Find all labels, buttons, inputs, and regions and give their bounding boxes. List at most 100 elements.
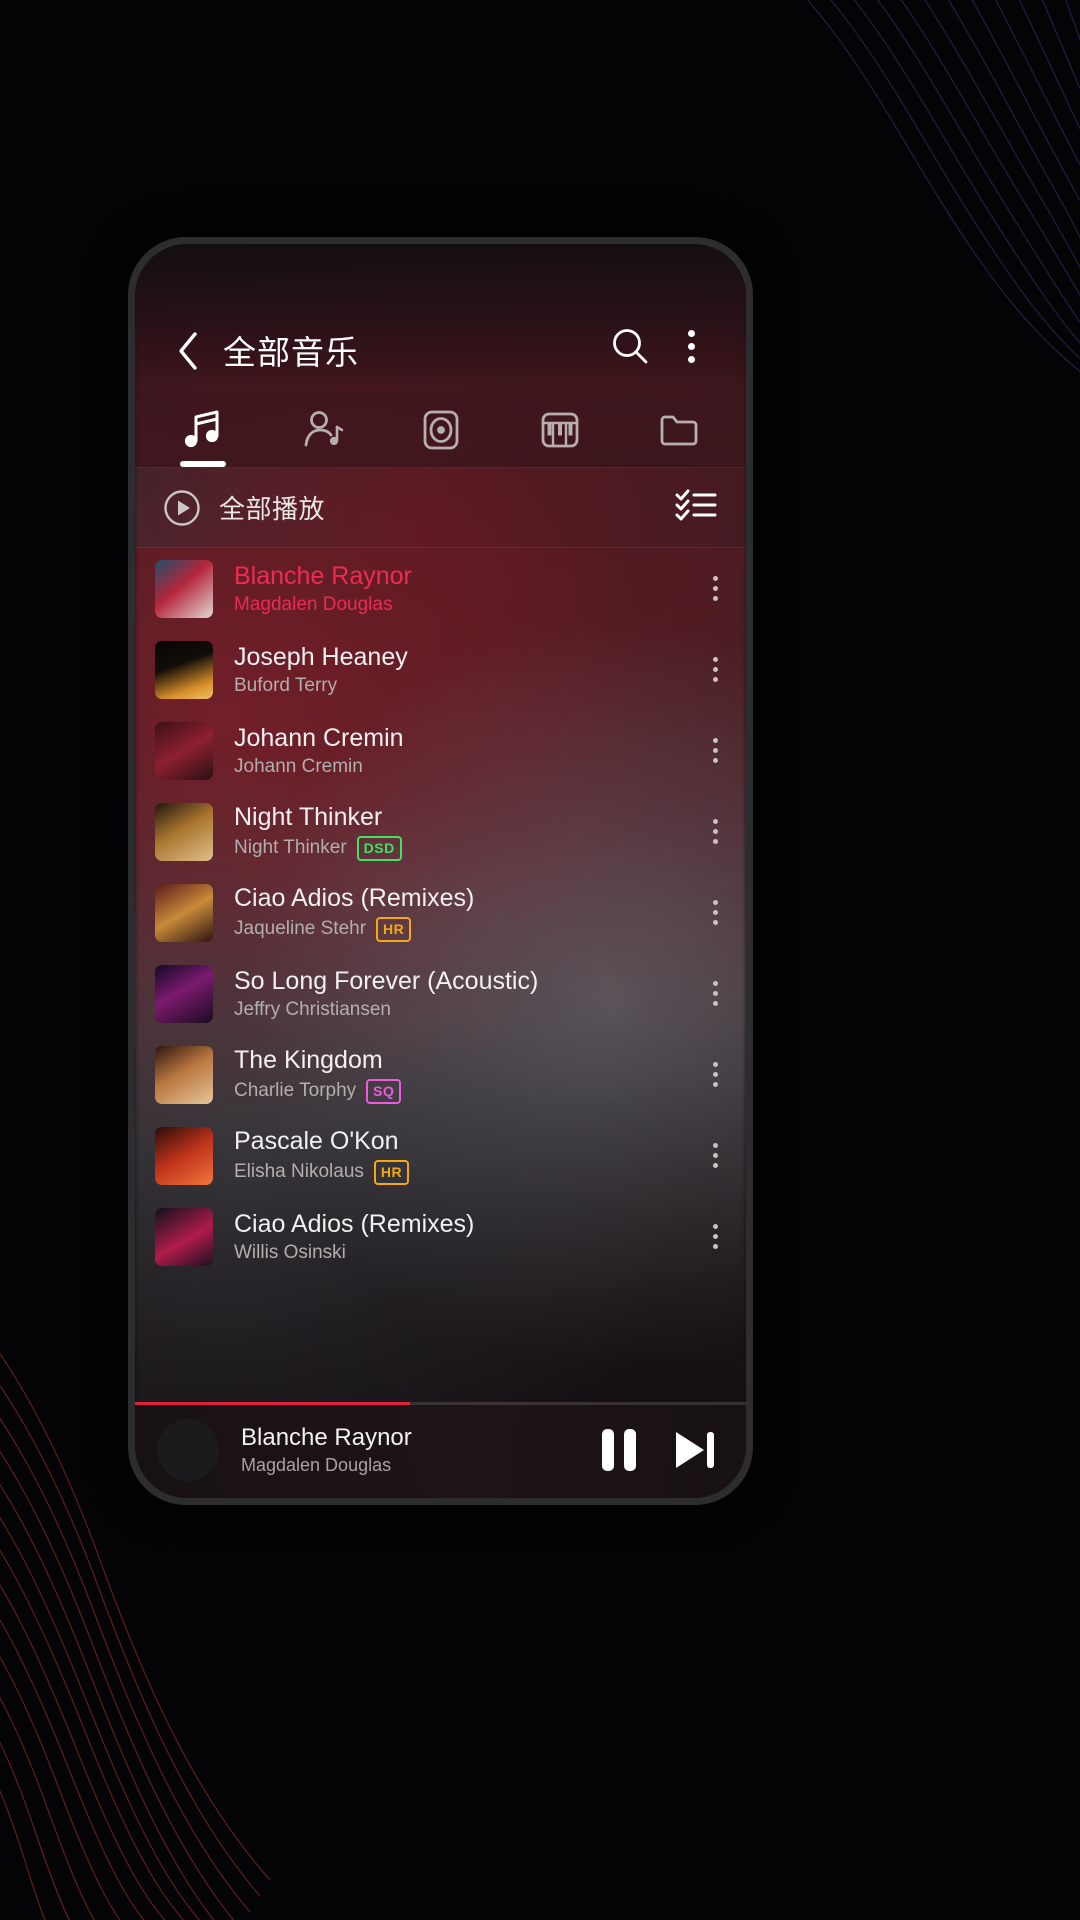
song-artist: Buford Terry xyxy=(234,675,338,697)
overflow-menu-icon xyxy=(712,748,718,753)
library-tab-bar xyxy=(135,392,746,468)
song-text: Johann Cremin Johann Cremin xyxy=(234,723,684,779)
song-overflow-button[interactable] xyxy=(684,1034,746,1115)
song-overflow-button[interactable] xyxy=(684,791,746,872)
song-artist: Willis Osinski xyxy=(234,1242,346,1264)
song-text: Ciao Adios (Remixes) Jaqueline Stehr HR xyxy=(234,883,684,942)
song-row[interactable]: Pascale O'Kon Elisha Nikolaus HR xyxy=(135,1115,746,1196)
overflow-menu-icon xyxy=(712,839,718,844)
multiselect-button[interactable] xyxy=(674,486,718,529)
tab-songs[interactable] xyxy=(143,392,262,467)
playback-progress-fill xyxy=(135,1402,410,1405)
song-row[interactable]: The Kingdom Charlie Torphy SQ xyxy=(135,1034,746,1115)
overflow-menu-icon xyxy=(712,596,718,601)
search-icon xyxy=(613,329,648,364)
overflow-menu-icon xyxy=(712,1072,718,1077)
song-overflow-button[interactable] xyxy=(684,872,746,953)
playback-progress-track[interactable] xyxy=(135,1402,746,1405)
song-overflow-button[interactable] xyxy=(684,1115,746,1196)
song-album-art xyxy=(155,640,213,699)
tab-active-indicator xyxy=(179,461,226,467)
overflow-menu-icon xyxy=(712,1143,718,1148)
song-row[interactable]: Ciao Adios (Remixes) Jaqueline Stehr HR xyxy=(135,872,746,953)
song-album-art xyxy=(155,721,213,780)
song-subline: Willis Osinski xyxy=(234,1242,684,1264)
song-artist: Charlie Torphy xyxy=(234,1080,357,1102)
next-track-button[interactable] xyxy=(670,1427,720,1473)
app-bar: 全部音乐 xyxy=(135,244,746,392)
checklist-icon xyxy=(675,489,717,521)
now-playing-title: Blanche Raynor xyxy=(241,1424,412,1451)
play-all-label: 全部播放 xyxy=(219,494,326,524)
song-title: Blanche Raynor xyxy=(234,561,412,590)
pause-icon-bar xyxy=(624,1429,636,1471)
piano-keys-icon xyxy=(541,412,578,447)
song-overflow-button[interactable] xyxy=(684,629,746,710)
song-row[interactable]: Joseph Heaney Buford Terry xyxy=(135,629,746,710)
quality-badge: HR xyxy=(376,916,412,942)
song-album-art xyxy=(155,1126,213,1185)
song-subline: Night Thinker DSD xyxy=(234,835,684,861)
chevron-left-icon xyxy=(179,332,197,370)
search-button[interactable] xyxy=(602,318,658,374)
song-row[interactable]: Ciao Adios (Remixes) Willis Osinski xyxy=(135,1196,746,1277)
song-text: Ciao Adios (Remixes) Willis Osinski xyxy=(234,1209,684,1265)
overflow-menu-icon xyxy=(712,910,718,915)
overflow-menu-icon xyxy=(712,1082,718,1087)
song-text: Blanche Raynor Magdalen Douglas xyxy=(234,561,684,617)
overflow-menu-icon xyxy=(712,1163,718,1168)
overflow-menu-icon xyxy=(712,677,718,682)
tab-genres[interactable] xyxy=(500,392,619,467)
song-overflow-button[interactable] xyxy=(684,953,746,1034)
overflow-menu-icon xyxy=(712,657,718,662)
overflow-menu-icon xyxy=(712,667,718,672)
now-playing-text: Blanche Raynor Magdalen Douglas xyxy=(241,1424,602,1476)
song-artist: Magdalen Douglas xyxy=(234,594,393,616)
play-all-row[interactable]: 全部播放 xyxy=(135,468,746,548)
song-row[interactable]: So Long Forever (Acoustic) Jeffry Christi… xyxy=(135,953,746,1034)
song-title: Night Thinker xyxy=(234,803,383,832)
song-album-art xyxy=(155,559,213,618)
song-album-art xyxy=(155,964,213,1023)
tab-artists[interactable] xyxy=(262,392,381,467)
album-disc-icon xyxy=(423,410,458,449)
quality-badge: DSD xyxy=(356,835,402,861)
song-subline: Jaqueline Stehr HR xyxy=(234,916,684,942)
song-title: Ciao Adios (Remixes) xyxy=(234,1209,475,1238)
song-list[interactable]: Blanche Raynor Magdalen Douglas Joseph Hea… xyxy=(135,548,746,1402)
playback-controls xyxy=(602,1427,720,1473)
play-all-button[interactable]: 全部播放 xyxy=(163,489,325,527)
overflow-menu-icon xyxy=(712,1001,718,1006)
overflow-menu-button[interactable] xyxy=(666,318,716,374)
song-title: Joseph Heaney xyxy=(234,642,408,671)
overflow-menu-icon xyxy=(712,1224,718,1229)
overflow-menu-icon xyxy=(712,1234,718,1239)
artist-icon xyxy=(304,410,343,446)
pause-button[interactable] xyxy=(602,1429,636,1471)
overflow-menu-icon-dot xyxy=(687,342,695,350)
page-title: 全部音乐 xyxy=(223,334,359,371)
song-overflow-button[interactable] xyxy=(684,710,746,791)
song-artist: Night Thinker xyxy=(234,837,347,859)
song-album-art xyxy=(155,883,213,942)
quality-badge: HR xyxy=(373,1159,410,1185)
song-artist: Elisha Nikolaus xyxy=(234,1161,364,1183)
song-subline: Charlie Torphy SQ xyxy=(234,1078,684,1104)
tab-albums[interactable] xyxy=(381,392,500,467)
overflow-menu-icon xyxy=(712,981,718,986)
tab-folders[interactable] xyxy=(619,392,738,467)
song-artist: Johann Cremin xyxy=(234,756,363,778)
pause-icon xyxy=(602,1429,614,1471)
overflow-menu-icon xyxy=(712,829,718,834)
now-playing-bar[interactable]: Blanche Raynor Magdalen Douglas xyxy=(135,1402,746,1498)
song-row[interactable]: Johann Cremin Johann Cremin xyxy=(135,710,746,791)
play-circle-icon xyxy=(164,489,200,526)
back-button[interactable] xyxy=(165,328,211,374)
song-row[interactable]: Blanche Raynor Magdalen Douglas xyxy=(135,548,746,629)
song-album-art xyxy=(155,1207,213,1266)
song-row[interactable]: Night Thinker Night Thinker DSD xyxy=(135,791,746,872)
song-overflow-button[interactable] xyxy=(684,1196,746,1277)
overflow-menu-icon xyxy=(712,738,718,743)
song-overflow-button[interactable] xyxy=(684,548,746,629)
now-playing-album-art[interactable] xyxy=(157,1419,219,1481)
